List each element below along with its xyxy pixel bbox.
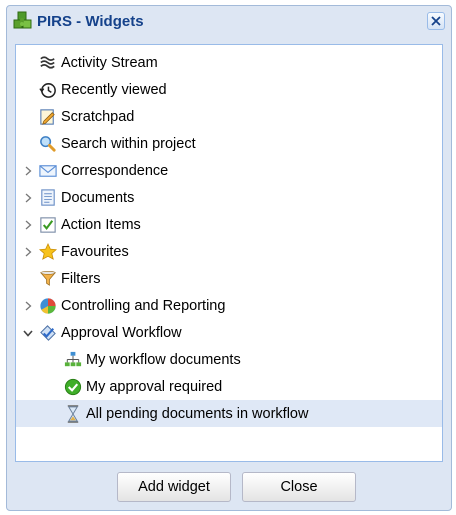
tree-item-label: Recently viewed	[61, 82, 167, 98]
stream-lines-icon	[38, 53, 58, 73]
tree-item[interactable]: Action Items	[16, 211, 442, 238]
tree-item-label: Documents	[61, 190, 135, 206]
document-list-icon	[38, 188, 58, 208]
tree-item-label: All pending documents in workflow	[86, 406, 309, 422]
tree-item[interactable]: Activity Stream	[16, 49, 442, 76]
close-button[interactable]: Close	[242, 472, 356, 502]
green-check-circle-icon	[63, 377, 83, 397]
tree-item-label: My approval required	[86, 379, 223, 395]
tree-item-label: Activity Stream	[61, 55, 158, 71]
org-chart-icon	[63, 350, 83, 370]
dialog-footer: Add widget Close	[7, 472, 451, 504]
approval-stamp-icon	[38, 323, 58, 343]
tree-item-label: Approval Workflow	[61, 325, 182, 341]
chevron-right-icon[interactable]	[22, 191, 34, 203]
tree-item-label: Favourites	[61, 244, 129, 260]
tree-item-label: Scratchpad	[61, 109, 135, 125]
close-icon	[431, 16, 441, 26]
funnel-icon	[38, 269, 58, 289]
tree-item[interactable]: Scratchpad	[16, 103, 442, 130]
envelope-icon	[38, 161, 58, 181]
tree-item-label: Action Items	[61, 217, 141, 233]
hourglass-icon	[63, 404, 83, 424]
magnifier-icon	[38, 134, 58, 154]
star-icon	[38, 242, 58, 262]
checkbox-icon	[38, 215, 58, 235]
notepad-pencil-icon	[38, 107, 58, 127]
chevron-down-icon[interactable]	[22, 326, 34, 338]
chevron-right-icon[interactable]	[22, 245, 34, 257]
tree-item-label: Search within project	[61, 136, 196, 152]
tree-item[interactable]: Controlling and Reporting	[16, 292, 442, 319]
widgets-dialog: PIRS - Widgets Activity Stream Recently v…	[6, 5, 452, 511]
tree-item[interactable]: Approval Workflow	[16, 319, 442, 346]
add-widget-button[interactable]: Add widget	[117, 472, 231, 502]
tree-item[interactable]: My workflow documents	[16, 346, 442, 373]
chevron-right-icon[interactable]	[22, 218, 34, 230]
widget-tree-panel[interactable]: Activity Stream Recently viewed Scratchpad…	[15, 44, 443, 462]
tree-item[interactable]: Favourites	[16, 238, 442, 265]
chevron-right-icon[interactable]	[22, 164, 34, 176]
tree-item[interactable]: Documents	[16, 184, 442, 211]
puzzle-pieces-icon	[13, 11, 33, 31]
pie-chart-icon	[38, 296, 58, 316]
tree-item-label: Correspondence	[61, 163, 169, 179]
tree-item[interactable]: Correspondence	[16, 157, 442, 184]
tree-item[interactable]: Recently viewed	[16, 76, 442, 103]
tree-item-label: Filters	[61, 271, 101, 287]
tree-item-label: Controlling and Reporting	[61, 298, 226, 314]
tree-item[interactable]: Filters	[16, 265, 442, 292]
tree-item-label: My workflow documents	[86, 352, 241, 368]
history-clock-icon	[38, 80, 58, 100]
tree-item[interactable]: All pending documents in workflow	[16, 400, 442, 427]
chevron-right-icon[interactable]	[22, 299, 34, 311]
dialog-titlebar[interactable]: PIRS - Widgets	[7, 6, 451, 36]
tree-item[interactable]: My approval required	[16, 373, 442, 400]
close-window-button[interactable]	[427, 12, 445, 30]
tree-item[interactable]: Search within project	[16, 130, 442, 157]
dialog-title: PIRS - Widgets	[37, 13, 144, 30]
